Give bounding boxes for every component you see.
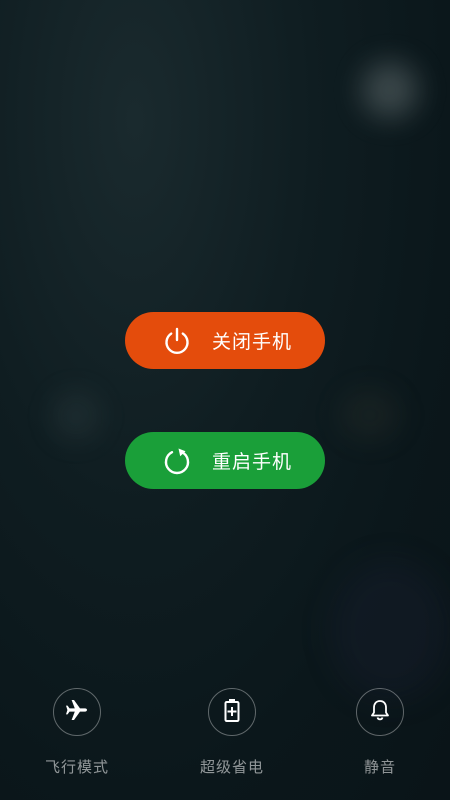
super-power-saving-circle	[208, 688, 256, 736]
background-blur	[362, 62, 418, 118]
airplane-icon	[63, 696, 91, 728]
airplane-mode-label: 飞行模式	[44, 758, 109, 776]
power-icon	[161, 325, 193, 357]
mute-circle	[356, 688, 404, 736]
airplane-mode-circle	[53, 688, 101, 736]
restart-button[interactable]: 重启手机	[125, 432, 325, 489]
shutdown-button[interactable]: 关闭手机	[125, 312, 325, 369]
restart-icon	[161, 445, 193, 477]
background-blur	[340, 390, 400, 440]
shutdown-label: 关闭手机	[212, 331, 293, 353]
super-power-saving-button[interactable]: 超级省电	[182, 688, 282, 777]
restart-label: 重启手机	[212, 451, 293, 473]
battery-plus-icon	[218, 696, 246, 728]
background-blur	[330, 560, 450, 700]
super-power-saving-label: 超级省电	[199, 758, 264, 776]
background-blur	[52, 392, 100, 440]
mute-label: 静音	[363, 758, 396, 776]
airplane-mode-button[interactable]: 飞行模式	[27, 688, 127, 777]
bell-icon	[367, 697, 393, 727]
mute-button[interactable]: 静音	[330, 688, 430, 777]
